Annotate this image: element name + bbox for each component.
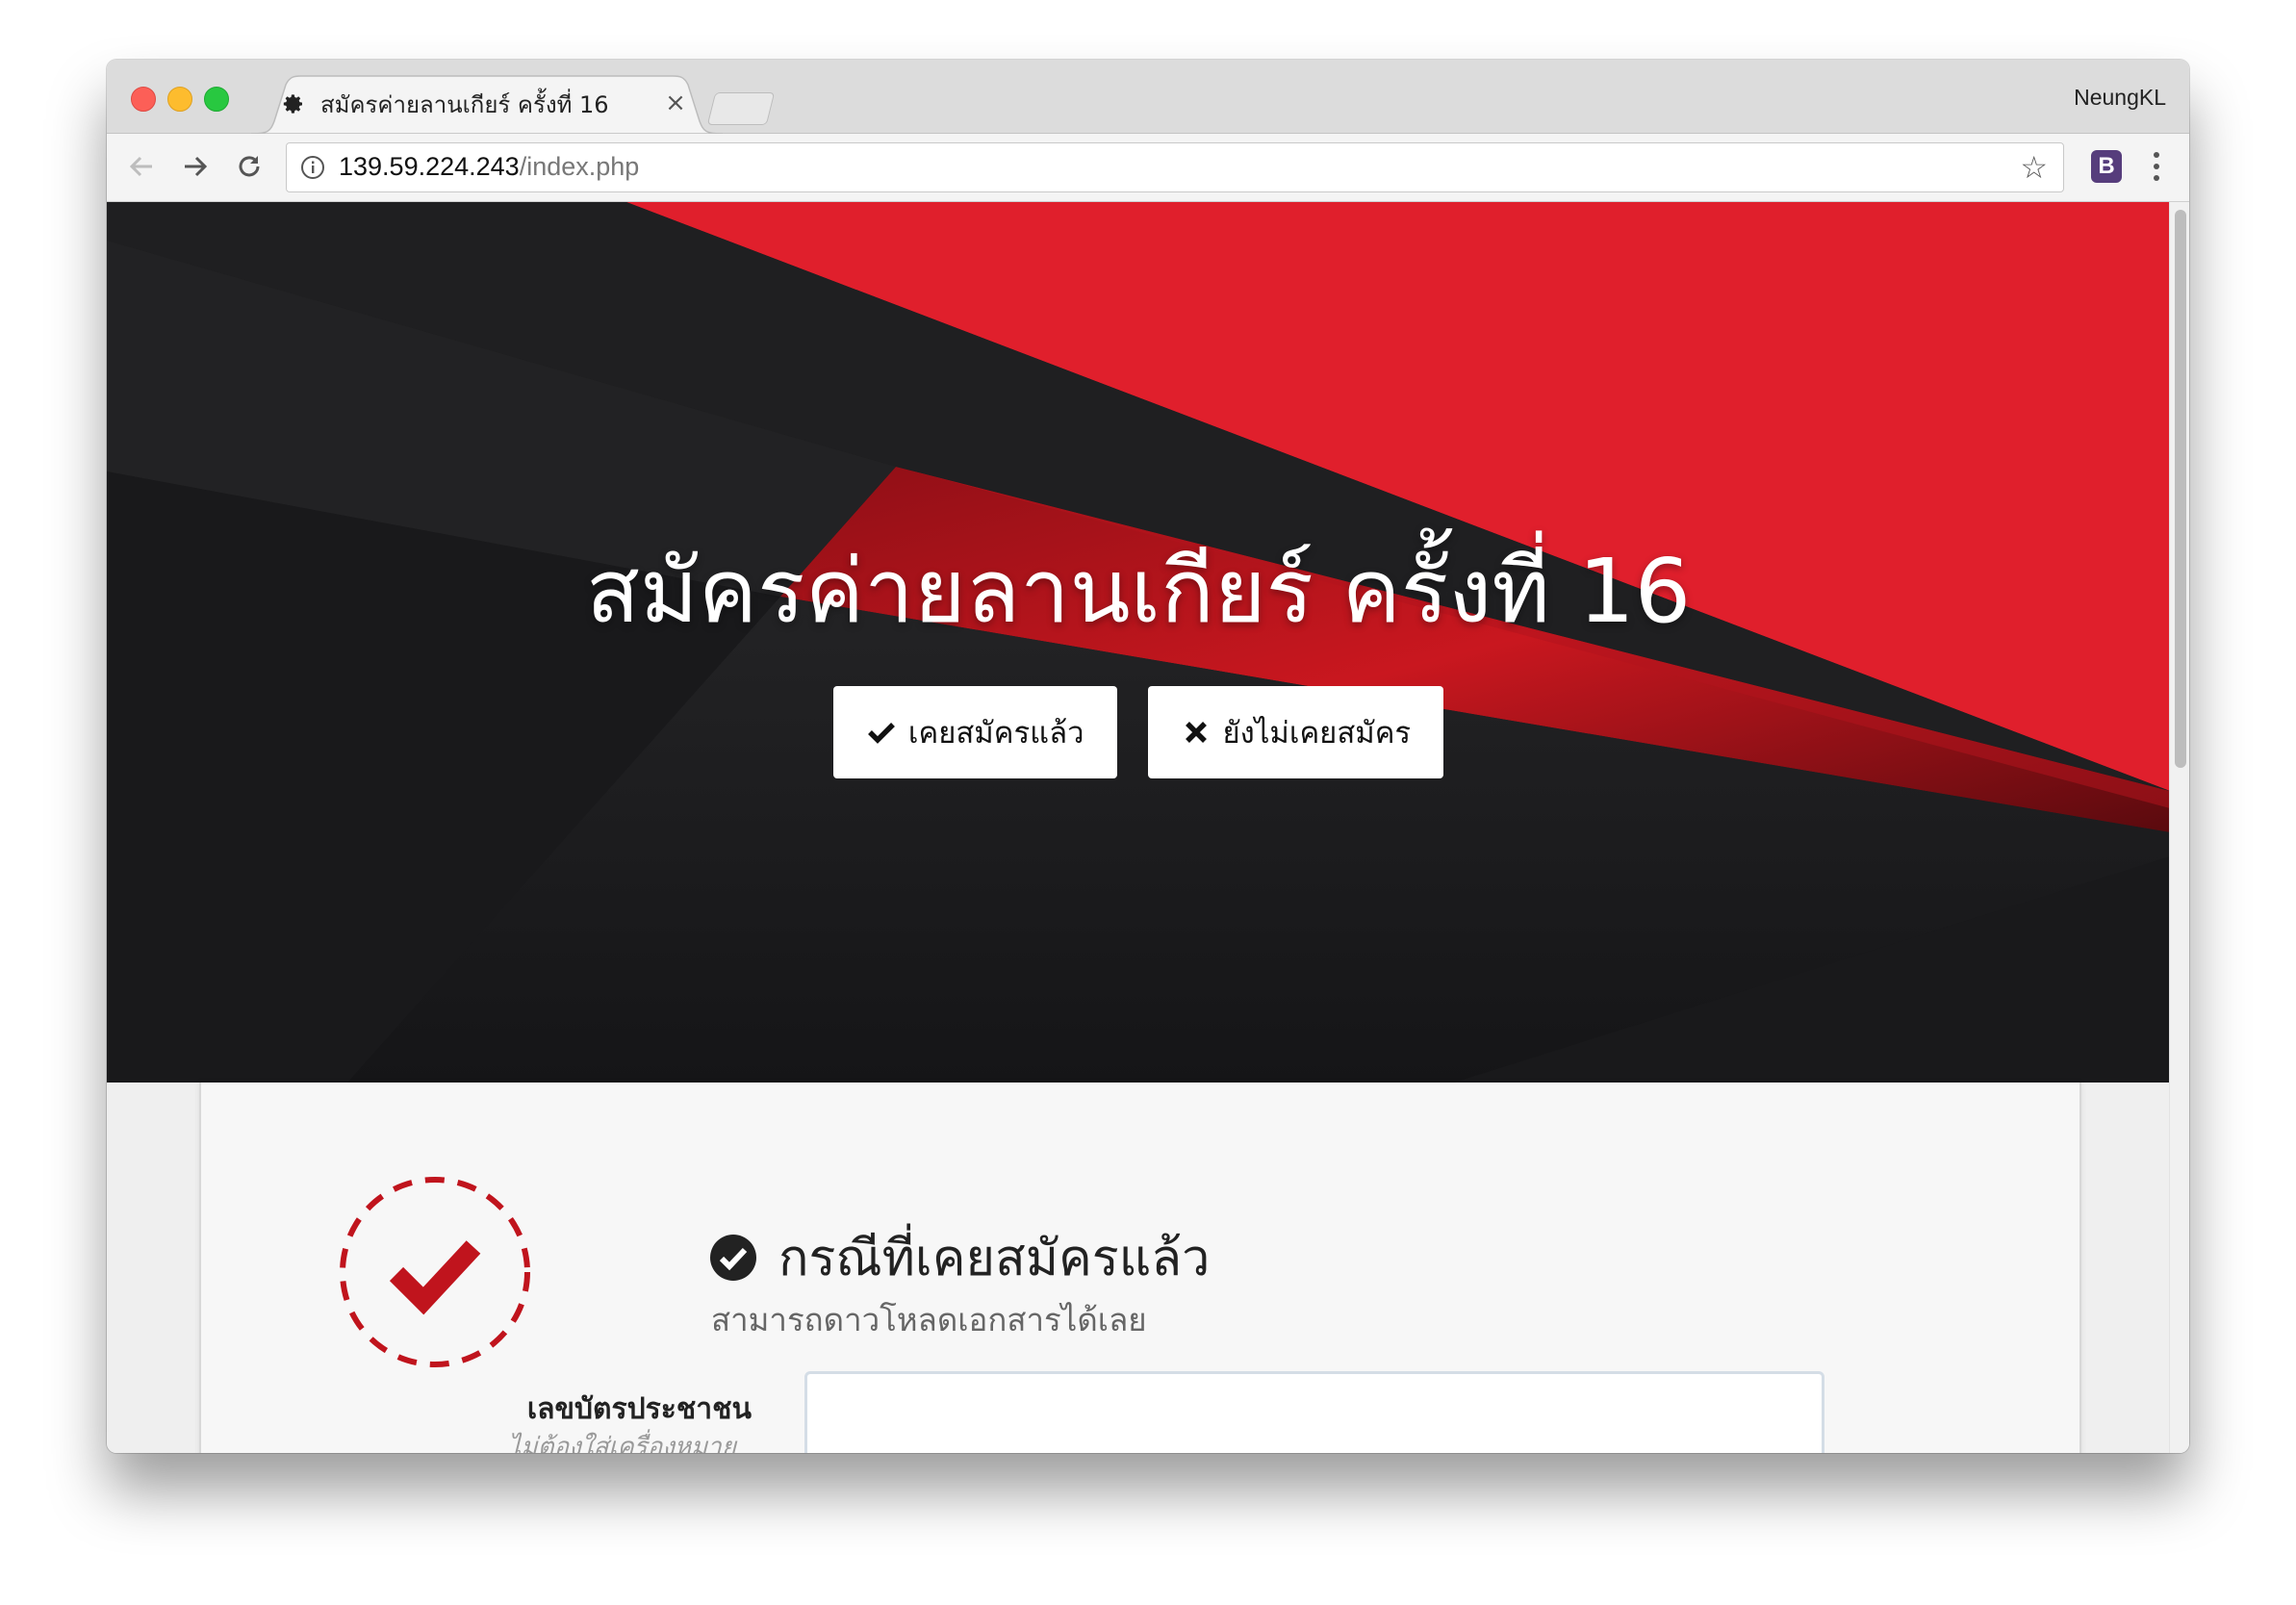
scrollbar-thumb[interactable] bbox=[2175, 210, 2186, 768]
info-icon[interactable] bbox=[300, 155, 325, 180]
not-registered-button[interactable]: ยังไม่เคยสมัคร bbox=[1147, 686, 1444, 778]
close-tab-icon[interactable]: × bbox=[661, 89, 690, 117]
new-tab-button[interactable] bbox=[706, 92, 776, 125]
close-window-button[interactable] bbox=[131, 87, 156, 112]
url-host: 139.59.224.243 bbox=[339, 152, 520, 181]
address-bar[interactable]: 139.59.224.243/index.php ☆ bbox=[286, 142, 2064, 192]
not-registered-button-label: ยังไม่เคยสมัคร bbox=[1222, 716, 1412, 751]
kebab-menu-icon[interactable] bbox=[2151, 149, 2162, 184]
minimize-window-button[interactable] bbox=[167, 87, 192, 112]
url-text[interactable]: 139.59.224.243/index.php bbox=[339, 152, 639, 182]
tab-title: สมัครค่ายลานเกียร์ ครั้งที่ 16 bbox=[320, 90, 609, 118]
id-card-input[interactable] bbox=[804, 1371, 1824, 1453]
arrow-left-icon[interactable] bbox=[124, 149, 159, 184]
browser-toolbar: 139.59.224.243/index.php ☆ B bbox=[107, 134, 2189, 202]
hero-title: สมัครค่ายลานเกียร์ ครั้งที่ 16 bbox=[585, 540, 1692, 643]
active-tab[interactable]: สมัครค่ายลานเกียร์ ครั้งที่ 16 bbox=[280, 77, 684, 131]
section-title: กรณีที่เคยสมัครแล้ว bbox=[778, 1230, 1211, 1287]
check-icon bbox=[866, 717, 897, 748]
arrow-right-icon[interactable] bbox=[178, 149, 213, 184]
registered-button[interactable]: เคยสมัครแล้ว bbox=[832, 686, 1117, 778]
page-viewport: สมัครค่ายลานเกียร์ ครั้งที่ 16 เคยสมัครแ… bbox=[107, 202, 2189, 1453]
zoom-window-button[interactable] bbox=[204, 87, 229, 112]
profile-name[interactable]: NeungKL bbox=[2074, 85, 2166, 111]
browser-window: สมัครค่ายลานเกียร์ ครั้งที่ 16 × NeungKL… bbox=[107, 60, 2189, 1453]
section-subtitle: สามารถดาวโหลดเอกสารได้เลย bbox=[711, 1301, 1147, 1338]
page-scrollbar[interactable] bbox=[2169, 202, 2189, 1453]
section-heading: กรณีที่เคยสมัครแล้ว bbox=[709, 1217, 1210, 1297]
bootstrap-extension-icon[interactable]: B bbox=[2091, 150, 2122, 183]
times-icon bbox=[1181, 717, 1212, 748]
tab-bar: สมัครค่ายลานเกียร์ ครั้งที่ 16 × NeungKL bbox=[107, 60, 2189, 135]
registered-section-card: กรณีที่เคยสมัครแล้ว สามารถดาวโหลดเอกสารไ… bbox=[199, 1083, 2081, 1453]
reload-icon[interactable] bbox=[232, 149, 267, 184]
hero-button-group: เคยสมัครแล้ว ยังไม่เคยสมัคร bbox=[107, 686, 2170, 778]
registered-button-label: เคยสมัครแล้ว bbox=[907, 716, 1084, 751]
url-path: /index.php bbox=[519, 152, 640, 181]
id-card-hint: ไม่ต้องใส่เครื่องหมาย bbox=[508, 1433, 736, 1453]
id-card-label: เลขบัตรประชาชน bbox=[526, 1392, 752, 1426]
gear-icon bbox=[280, 90, 307, 117]
dashed-circle-check-icon bbox=[337, 1174, 533, 1370]
hero-banner: สมัครค่ายลานเกียร์ ครั้งที่ 16 เคยสมัครแ… bbox=[107, 202, 2170, 1083]
star-icon[interactable]: ☆ bbox=[2020, 151, 2048, 184]
check-circle-icon bbox=[709, 1234, 757, 1282]
